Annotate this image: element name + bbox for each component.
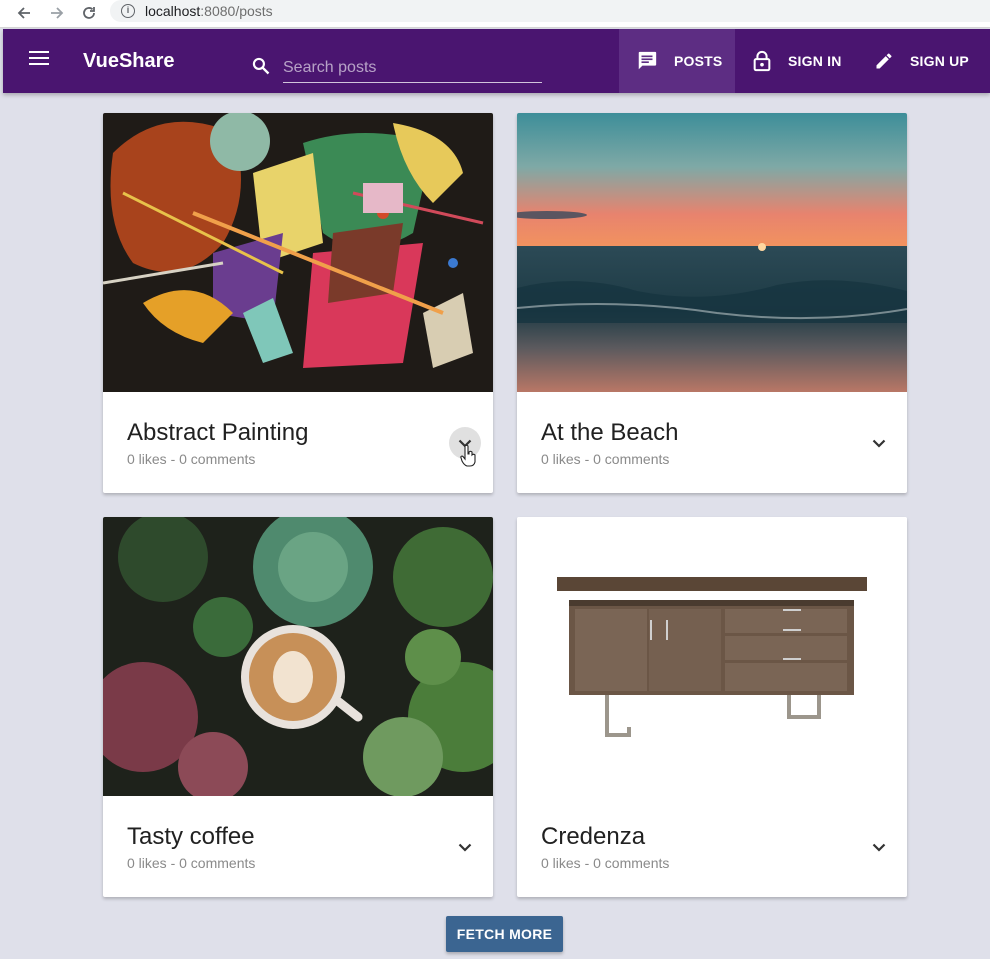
url-host: localhost xyxy=(145,3,201,19)
post-meta: 0 likes - 0 comments xyxy=(127,855,256,871)
hand-cursor-icon xyxy=(460,444,476,467)
coffee-succulents-image[interactable] xyxy=(103,517,493,796)
post-title[interactable]: Credenza xyxy=(541,823,645,851)
forward-arrow-icon[interactable] xyxy=(46,2,68,24)
post-card[interactable]: Credenza 0 likes - 0 comments xyxy=(517,517,907,897)
app-toolbar: VueShare POSTS SIGN IN SIGN UP xyxy=(3,29,990,93)
beach-sunset-image[interactable] xyxy=(517,113,907,392)
url-port: :8080 xyxy=(200,3,236,19)
post-card[interactable]: Abstract Painting 0 likes - 0 comments xyxy=(103,113,493,493)
nav-posts-button[interactable]: POSTS xyxy=(619,29,735,93)
app-title[interactable]: VueShare xyxy=(83,50,175,73)
reload-icon[interactable] xyxy=(78,2,100,24)
url-path: /posts xyxy=(235,3,273,19)
search-icon xyxy=(252,57,270,75)
post-card[interactable]: Tasty coffee 0 likes - 0 comments xyxy=(103,517,493,897)
abstract-painting-image[interactable] xyxy=(103,113,493,392)
post-title[interactable]: Tasty coffee xyxy=(127,823,255,851)
chevron-down-icon xyxy=(458,843,472,852)
menu-icon[interactable] xyxy=(29,51,49,69)
chevron-down-icon xyxy=(872,843,886,852)
chevron-down-icon xyxy=(872,439,886,448)
message-icon xyxy=(638,51,657,70)
expand-button[interactable] xyxy=(863,831,895,863)
nav-posts-label: POSTS xyxy=(674,53,723,69)
post-meta: 0 likes - 0 comments xyxy=(541,451,670,467)
back-arrow-icon[interactable] xyxy=(13,2,35,24)
expand-button[interactable] xyxy=(449,831,481,863)
url-text[interactable]: localhost:8080/posts xyxy=(145,3,273,19)
info-icon[interactable]: i xyxy=(121,4,135,18)
post-meta: 0 likes - 0 comments xyxy=(127,451,256,467)
post-card[interactable]: At the Beach 0 likes - 0 comments xyxy=(517,113,907,493)
nav-signup-button[interactable]: SIGN UP xyxy=(854,29,969,93)
browser-toolbar: i localhost:8080/posts xyxy=(0,0,990,28)
post-title[interactable]: At the Beach xyxy=(541,419,678,447)
nav-signin-label: SIGN IN xyxy=(788,53,842,69)
lock-icon xyxy=(753,50,771,72)
nav-signup-label: SIGN UP xyxy=(910,53,969,69)
credenza-image[interactable] xyxy=(517,517,907,796)
pencil-icon xyxy=(876,53,892,69)
post-meta: 0 likes - 0 comments xyxy=(541,855,670,871)
expand-button[interactable] xyxy=(863,427,895,459)
post-title[interactable]: Abstract Painting xyxy=(127,419,308,447)
fetch-more-button[interactable]: FETCH MORE xyxy=(446,916,563,952)
nav-signin-button[interactable]: SIGN IN xyxy=(735,29,842,93)
search-input[interactable] xyxy=(283,53,542,83)
